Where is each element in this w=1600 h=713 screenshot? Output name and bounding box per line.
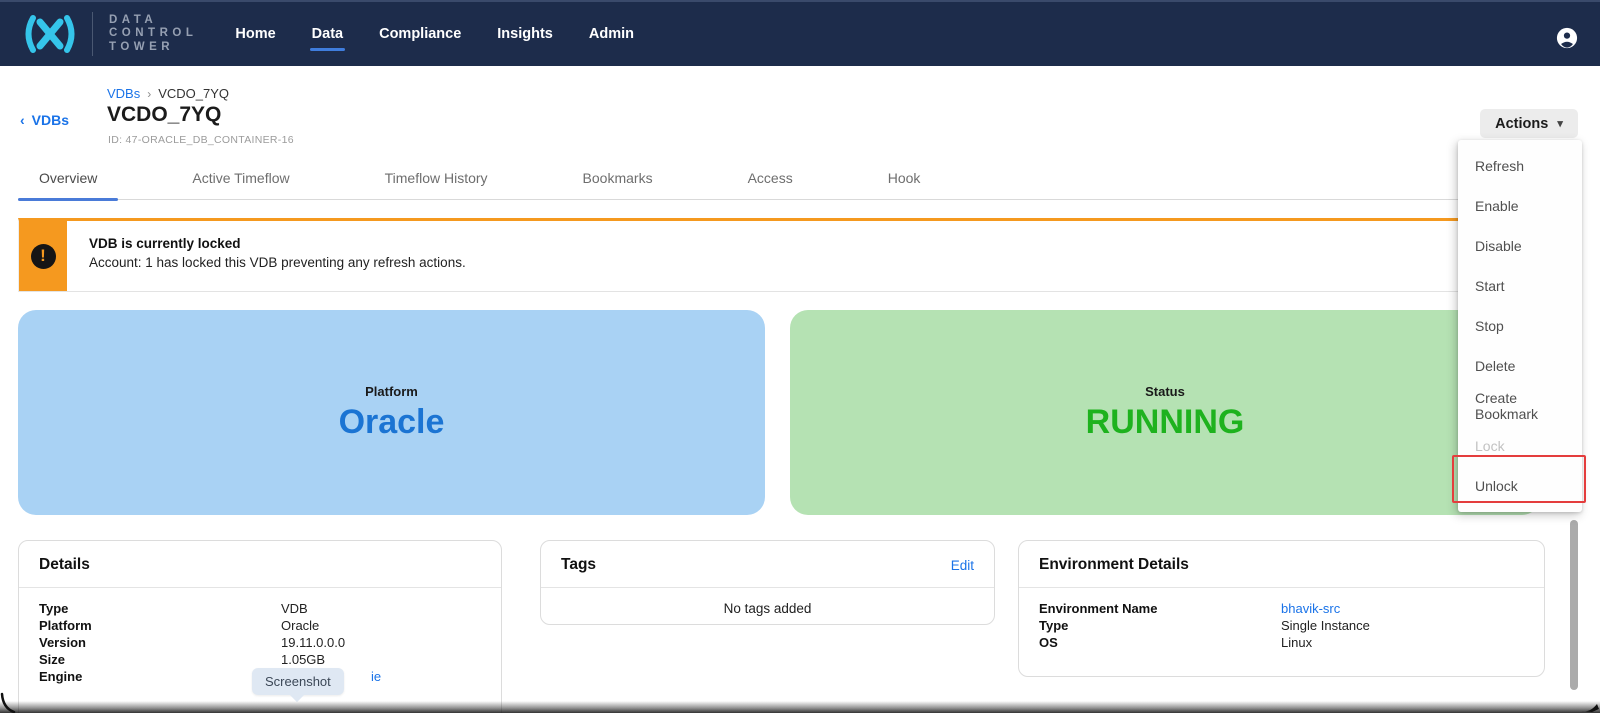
- env-label-name: Environment Name: [1039, 600, 1281, 617]
- no-tags-message: No tags added: [541, 588, 994, 629]
- app-window: DATA CONTROL TOWER Home Data Compliance …: [0, 0, 1600, 713]
- tab-timeflow-history[interactable]: Timeflow History: [364, 166, 509, 199]
- detail-label-type: Type: [39, 600, 281, 617]
- env-value-type: Single Instance: [1281, 617, 1370, 634]
- table-row: Version 19.11.0.0.0: [39, 634, 481, 651]
- breadcrumb-vdbs-link[interactable]: VDBs: [107, 86, 140, 101]
- vertical-scrollbar-thumb[interactable]: [1570, 520, 1578, 690]
- table-row: Platform Oracle: [39, 617, 481, 634]
- environment-panel-header: Environment Details: [1019, 541, 1544, 588]
- edit-tags-link[interactable]: Edit: [951, 558, 974, 573]
- warning-title: VDB is currently locked: [89, 236, 466, 251]
- platform-card: Platform Oracle: [18, 310, 765, 515]
- warning-message: Account: 1 has locked this VDB preventin…: [89, 255, 466, 270]
- brand-line: TOWER: [109, 41, 197, 55]
- tab-access[interactable]: Access: [727, 166, 814, 199]
- menu-item-create-bookmark[interactable]: Create Bookmark: [1458, 386, 1582, 426]
- nav-item-insights[interactable]: Insights: [495, 20, 555, 48]
- table-row: Environment Name bhavik-src: [1039, 600, 1524, 617]
- warning-icon-block: !: [19, 221, 67, 291]
- platform-card-label: Platform: [365, 384, 418, 399]
- actions-dropdown-menu: Refresh Enable Disable Start Stop Delete…: [1458, 140, 1582, 512]
- breadcrumb-current: VCDO_7YQ: [158, 86, 229, 101]
- tags-panel: Tags Edit No tags added: [540, 540, 995, 625]
- status-card: Status RUNNING: [790, 310, 1540, 515]
- menu-item-enable[interactable]: Enable: [1458, 186, 1582, 226]
- table-row: Type Single Instance: [1039, 617, 1524, 634]
- exclamation-circle-icon: !: [31, 244, 56, 269]
- back-chevron-icon: ‹: [20, 112, 25, 128]
- tags-panel-title: Tags: [561, 556, 596, 574]
- detail-value-type: VDB: [281, 600, 308, 617]
- nav-item-compliance[interactable]: Compliance: [377, 20, 463, 48]
- brand-text: DATA CONTROL TOWER: [109, 14, 197, 55]
- tags-panel-header: Tags Edit: [541, 541, 994, 588]
- detail-label-platform: Platform: [39, 617, 281, 634]
- details-panel-header: Details: [19, 541, 501, 588]
- menu-item-stop[interactable]: Stop: [1458, 306, 1582, 346]
- environment-rows: Environment Name bhavik-src Type Single …: [1019, 588, 1544, 663]
- tab-active-timeflow[interactable]: Active Timeflow: [171, 166, 310, 199]
- top-navigation-bar: DATA CONTROL TOWER Home Data Compliance …: [0, 0, 1600, 66]
- detail-value-engine-link[interactable]: ie: [371, 668, 381, 685]
- dct-logo: DATA CONTROL TOWER: [22, 12, 197, 56]
- window-corner-artifact: [0, 688, 16, 713]
- table-row: OS Linux: [1039, 634, 1524, 651]
- caret-down-icon: ▾: [1557, 117, 1563, 130]
- menu-item-disable[interactable]: Disable: [1458, 226, 1582, 266]
- delphix-x-logo-icon: [22, 13, 78, 55]
- actions-button-label: Actions: [1495, 116, 1548, 132]
- tab-hook[interactable]: Hook: [867, 166, 942, 199]
- table-row: Type VDB: [39, 600, 481, 617]
- screenshot-tooltip: Screenshot: [252, 668, 344, 695]
- back-link-label: VDBs: [32, 112, 69, 128]
- vdb-id-label: ID: 47-ORACLE_DB_CONTAINER-16: [108, 134, 294, 146]
- platform-card-value: Oracle: [339, 403, 445, 442]
- status-card-label: Status: [1145, 384, 1185, 399]
- menu-item-lock: Lock: [1458, 426, 1582, 466]
- detail-label-engine: Engine: [39, 668, 281, 685]
- detail-value-version: 19.11.0.0.0: [281, 634, 345, 651]
- brand-line: DATA: [109, 14, 197, 28]
- nav-item-admin[interactable]: Admin: [587, 20, 636, 48]
- menu-item-unlock[interactable]: Unlock: [1458, 466, 1582, 506]
- detail-value-platform: Oracle: [281, 617, 319, 634]
- env-value-name-link[interactable]: bhavik-src: [1281, 600, 1340, 617]
- brand-line: CONTROL: [109, 27, 197, 41]
- table-row: Size 1.05GB: [39, 651, 481, 668]
- env-label-type: Type: [1039, 617, 1281, 634]
- menu-item-refresh[interactable]: Refresh: [1458, 146, 1582, 186]
- nav-item-data[interactable]: Data: [310, 20, 345, 48]
- env-label-os: OS: [1039, 634, 1281, 651]
- tab-bar: Overview Active Timeflow Timeflow Histor…: [18, 166, 1542, 200]
- details-panel-title: Details: [39, 556, 90, 574]
- detail-value-size: 1.05GB: [281, 651, 325, 668]
- main-nav-menu: Home Data Compliance Insights Admin: [233, 20, 636, 48]
- window-bottom-edge: [0, 701, 1600, 713]
- tab-bookmarks[interactable]: Bookmarks: [562, 166, 674, 199]
- breadcrumb: VDBs › VCDO_7YQ: [107, 86, 229, 101]
- back-to-vdbs-link[interactable]: ‹ VDBs: [20, 112, 69, 128]
- status-card-value: RUNNING: [1086, 403, 1245, 442]
- detail-label-version: Version: [39, 634, 281, 651]
- environment-details-panel: Environment Details Environment Name bha…: [1018, 540, 1545, 677]
- breadcrumb-separator-icon: ›: [147, 87, 151, 101]
- page-title: VCDO_7YQ: [107, 103, 221, 127]
- detail-label-size: Size: [39, 651, 281, 668]
- warning-text: VDB is currently locked Account: 1 has l…: [67, 221, 488, 291]
- logo-divider: [92, 12, 93, 56]
- menu-item-delete[interactable]: Delete: [1458, 346, 1582, 386]
- environment-panel-title: Environment Details: [1039, 556, 1189, 574]
- cursor-artifact: [1580, 700, 1600, 713]
- nav-item-home[interactable]: Home: [233, 20, 277, 48]
- env-value-os: Linux: [1281, 634, 1312, 651]
- locked-warning-banner: ! VDB is currently locked Account: 1 has…: [18, 218, 1542, 292]
- tab-overview[interactable]: Overview: [18, 166, 118, 199]
- actions-button[interactable]: Actions ▾: [1480, 109, 1578, 138]
- user-account-icon[interactable]: [1556, 27, 1578, 49]
- menu-item-start[interactable]: Start: [1458, 266, 1582, 306]
